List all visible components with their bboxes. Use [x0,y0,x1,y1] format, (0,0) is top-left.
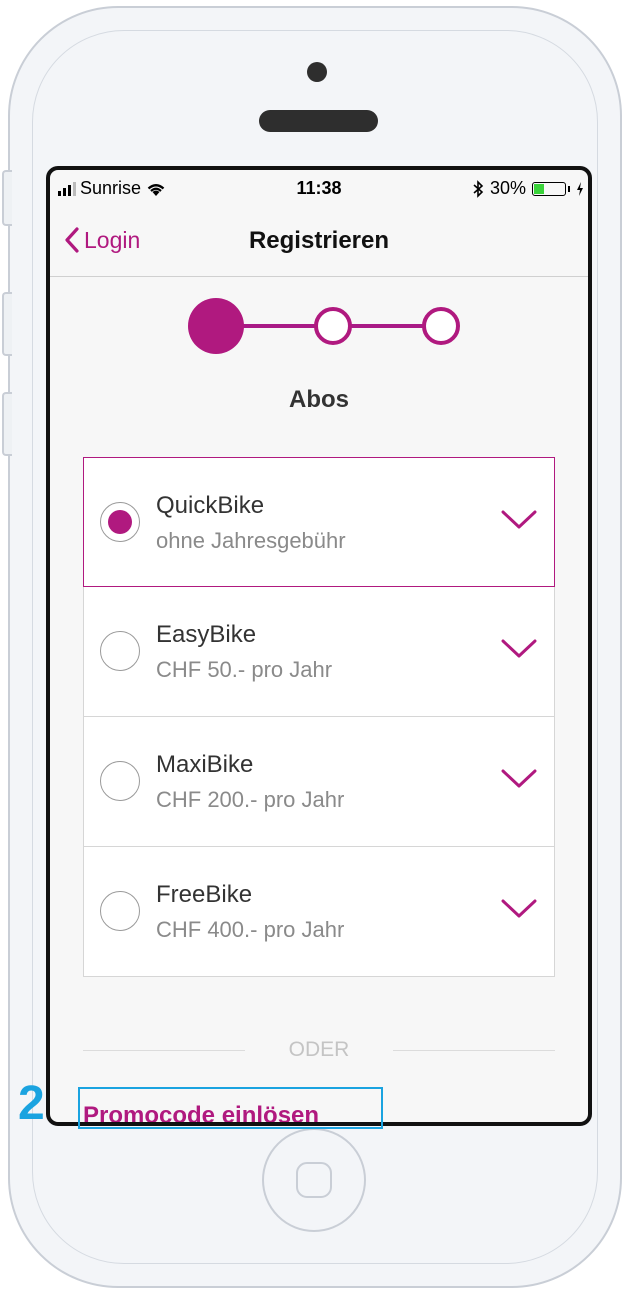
chevron-down-icon[interactable] [500,767,538,791]
or-label: ODER [288,1038,350,1061]
stepper-step-2 [314,307,352,345]
or-divider: ODER [83,1036,555,1066]
stepper-step-3 [422,307,460,345]
subscription-name: QuickBike [156,492,265,519]
subscription-name: EasyBike [156,621,257,648]
subscription-name: FreeBike [156,881,253,908]
charging-bolt-icon [577,181,583,196]
battery-percent: 30% [489,178,526,198]
subscription-option-maxibike[interactable]: MaxiBike CHF 200.- pro Jahr [83,717,555,847]
front-camera [307,62,327,82]
earpiece-speaker [259,110,378,132]
status-bar: Sunrise 11:38 30% [50,170,588,206]
subscription-list: QuickBike ohne Jahresgebühr EasyBike CHF 50… [83,457,555,977]
volume-up-button [2,292,12,356]
chevron-down-icon[interactable] [500,897,538,921]
subscription-price: CHF 50.- pro Jahr [156,657,333,682]
section-title: Abos [289,386,349,413]
home-button[interactable] [262,1128,366,1232]
stepper-step-1 [188,298,244,354]
mute-switch [2,170,12,226]
annotation-number: 2 [18,1077,45,1130]
navigation-bar: Login Registrieren [50,206,588,277]
volume-down-button [2,392,12,456]
status-bar-right: 30% [472,178,584,199]
chevron-down-icon[interactable] [500,637,538,661]
radio-button[interactable] [100,891,140,931]
subscription-name: MaxiBike [156,751,254,778]
subscription-price: CHF 400.- pro Jahr [156,917,345,942]
chevron-down-icon[interactable] [500,508,538,532]
battery-level [534,183,544,194]
annotation-highlight-box [78,1087,383,1129]
subscription-price: CHF 200.- pro Jahr [156,787,345,812]
radio-button[interactable] [100,502,140,542]
progress-stepper [188,298,460,354]
subscription-price: ohne Jahresgebühr [156,528,346,553]
subscription-option-quickbike[interactable]: QuickBike ohne Jahresgebühr [83,457,555,587]
subscription-option-freebike[interactable]: FreeBike CHF 400.- pro Jahr [83,847,555,977]
battery-tip [568,185,570,192]
radio-button[interactable] [100,761,140,801]
home-button-square-icon [296,1162,332,1198]
bluetooth-icon [473,179,484,198]
subscription-option-easybike[interactable]: EasyBike CHF 50.- pro Jahr [83,587,555,717]
radio-selected-dot [108,510,132,534]
phone-screen: Sunrise 11:38 30% Login Registrieren Abo… [46,166,592,1126]
radio-button[interactable] [100,631,140,671]
page-title: Registrieren [248,227,390,254]
battery-icon [532,181,566,196]
